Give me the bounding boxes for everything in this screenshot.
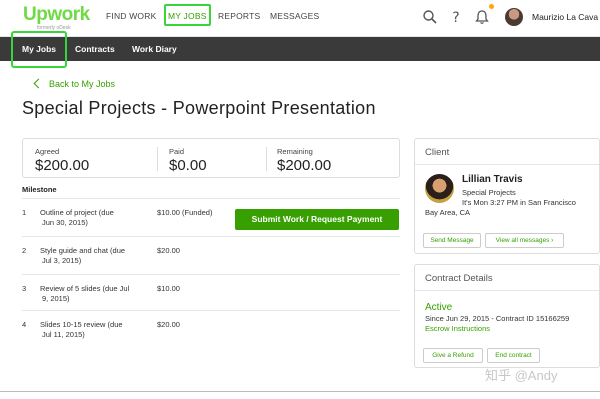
subnav-contracts[interactable]: Contracts (75, 44, 115, 54)
milestone-number: 4 (22, 320, 27, 329)
milestone-desc-line: Review of 5 slides (due Jul (40, 284, 130, 293)
divider (157, 147, 158, 171)
help-icon[interactable]: ? (448, 9, 464, 25)
milestone-desc-line: Jul 11, 2015) (42, 330, 85, 339)
milestone-description: Review of 5 slides (due Jul 9, 2015) (40, 284, 150, 304)
client-local-time: It's Mon 3:27 PM in San Francisco (462, 198, 576, 207)
user-avatar[interactable] (505, 8, 523, 26)
back-link-label: Back to My Jobs (49, 79, 116, 89)
divider (0, 391, 600, 392)
send-message-button[interactable]: Send Message (423, 233, 481, 248)
upwork-logo[interactable]: Upwork formerly oDesk (23, 4, 90, 31)
client-panel-title: Client (415, 139, 599, 165)
budget-remaining: Remaining $200.00 (277, 147, 331, 174)
divider (266, 147, 267, 171)
contract-details-panel: Contract Details Active Since Jun 29, 20… (414, 264, 600, 368)
milestone-desc-line: 9, 2015) (42, 294, 70, 303)
milestone-description: Style guide and chat (due Jul 3, 2015) (40, 246, 150, 266)
milestone-number: 3 (22, 284, 27, 293)
milestone-amount: $10.00 (Funded) (157, 208, 213, 217)
budget-paid-label: Paid (169, 147, 185, 156)
contract-status: Active (425, 302, 453, 313)
client-avatar (425, 174, 454, 203)
budget-summary: Agreed $200.00 Paid $0.00 Remaining $200… (22, 138, 400, 178)
nav-reports[interactable]: REPORTS (218, 11, 260, 21)
milestone-number: 1 (22, 208, 27, 217)
logo-text: Upwork (23, 4, 90, 25)
milestone-desc-line: Slides 10-15 review (due (40, 320, 123, 329)
svg-text:?: ? (452, 10, 459, 25)
page-title: Special Projects - Powerpoint Presentati… (22, 98, 376, 118)
budget-agreed-value: $200.00 (35, 157, 90, 174)
user-name[interactable]: Maurizio La Cava (532, 12, 598, 22)
back-to-my-jobs-link[interactable]: Back to My Jobs (33, 78, 116, 89)
milestone-desc-line: Jun 30, 2015) (42, 218, 88, 227)
milestone-header: Milestone (22, 185, 57, 194)
client-company: Special Projects (462, 188, 516, 197)
bell-icon[interactable] (474, 9, 490, 25)
budget-paid: Paid $0.00 (169, 147, 207, 174)
milestone-amount: $20.00 (157, 246, 180, 255)
budget-remaining-value: $200.00 (277, 157, 332, 174)
milestone-amount: $10.00 (157, 284, 180, 293)
milestone-row: 2 Style guide and chat (due Jul 3, 2015)… (22, 236, 400, 274)
nav-find-work[interactable]: FIND WORK (106, 11, 156, 21)
client-name: Lillian Travis (462, 174, 523, 185)
milestone-row: 3 Review of 5 slides (due Jul 9, 2015) $… (22, 274, 400, 310)
milestone-desc-line: Outline of project (due (40, 208, 114, 217)
milestone-desc-line: Jul 3, 2015) (42, 256, 82, 265)
budget-paid-value: $0.00 (169, 157, 207, 174)
budget-agreed: Agreed $200.00 (35, 147, 89, 174)
milestone-row: 4 Slides 10-15 review (due Jul 11, 2015)… (22, 310, 400, 348)
chevron-left-icon (33, 78, 44, 89)
my-jobs-highlight-box (164, 4, 211, 26)
notification-badge (489, 4, 494, 9)
end-contract-button[interactable]: End contract (487, 348, 540, 363)
submit-work-button[interactable]: Submit Work / Request Payment (235, 209, 399, 230)
watermark: 知乎 @Andy (485, 368, 558, 383)
client-panel: Client Lillian Travis Special Projects I… (414, 138, 600, 254)
nav-messages[interactable]: MESSAGES (270, 11, 319, 21)
client-location: Bay Area, CA (425, 208, 471, 217)
milestone-description: Outline of project (due Jun 30, 2015) (40, 208, 150, 228)
escrow-instructions-link[interactable]: Escrow Instructions (425, 324, 490, 333)
contract-panel-title: Contract Details (415, 265, 599, 291)
subnav-work-diary[interactable]: Work Diary (132, 44, 177, 54)
top-navbar: Upwork formerly oDesk FIND WORK MY JOBS … (0, 0, 600, 37)
budget-agreed-label: Agreed (35, 147, 60, 156)
milestone-number: 2 (22, 246, 27, 255)
view-all-messages-button[interactable]: View all messages › (485, 233, 564, 248)
give-refund-button[interactable]: Give a Refund (423, 348, 483, 363)
sub-navbar: My Jobs Contracts Work Diary (0, 37, 600, 61)
milestone-description: Slides 10-15 review (due Jul 11, 2015) (40, 320, 150, 340)
my-jobs-sub-highlight-box (11, 31, 67, 68)
milestone-amount: $20.00 (157, 320, 180, 329)
contract-since: Since Jun 29, 2015 - Contract ID 1516625… (425, 314, 570, 323)
budget-remaining-label: Remaining (277, 147, 313, 156)
search-icon[interactable] (422, 9, 438, 25)
milestone-desc-line: Style guide and chat (due (40, 246, 126, 255)
